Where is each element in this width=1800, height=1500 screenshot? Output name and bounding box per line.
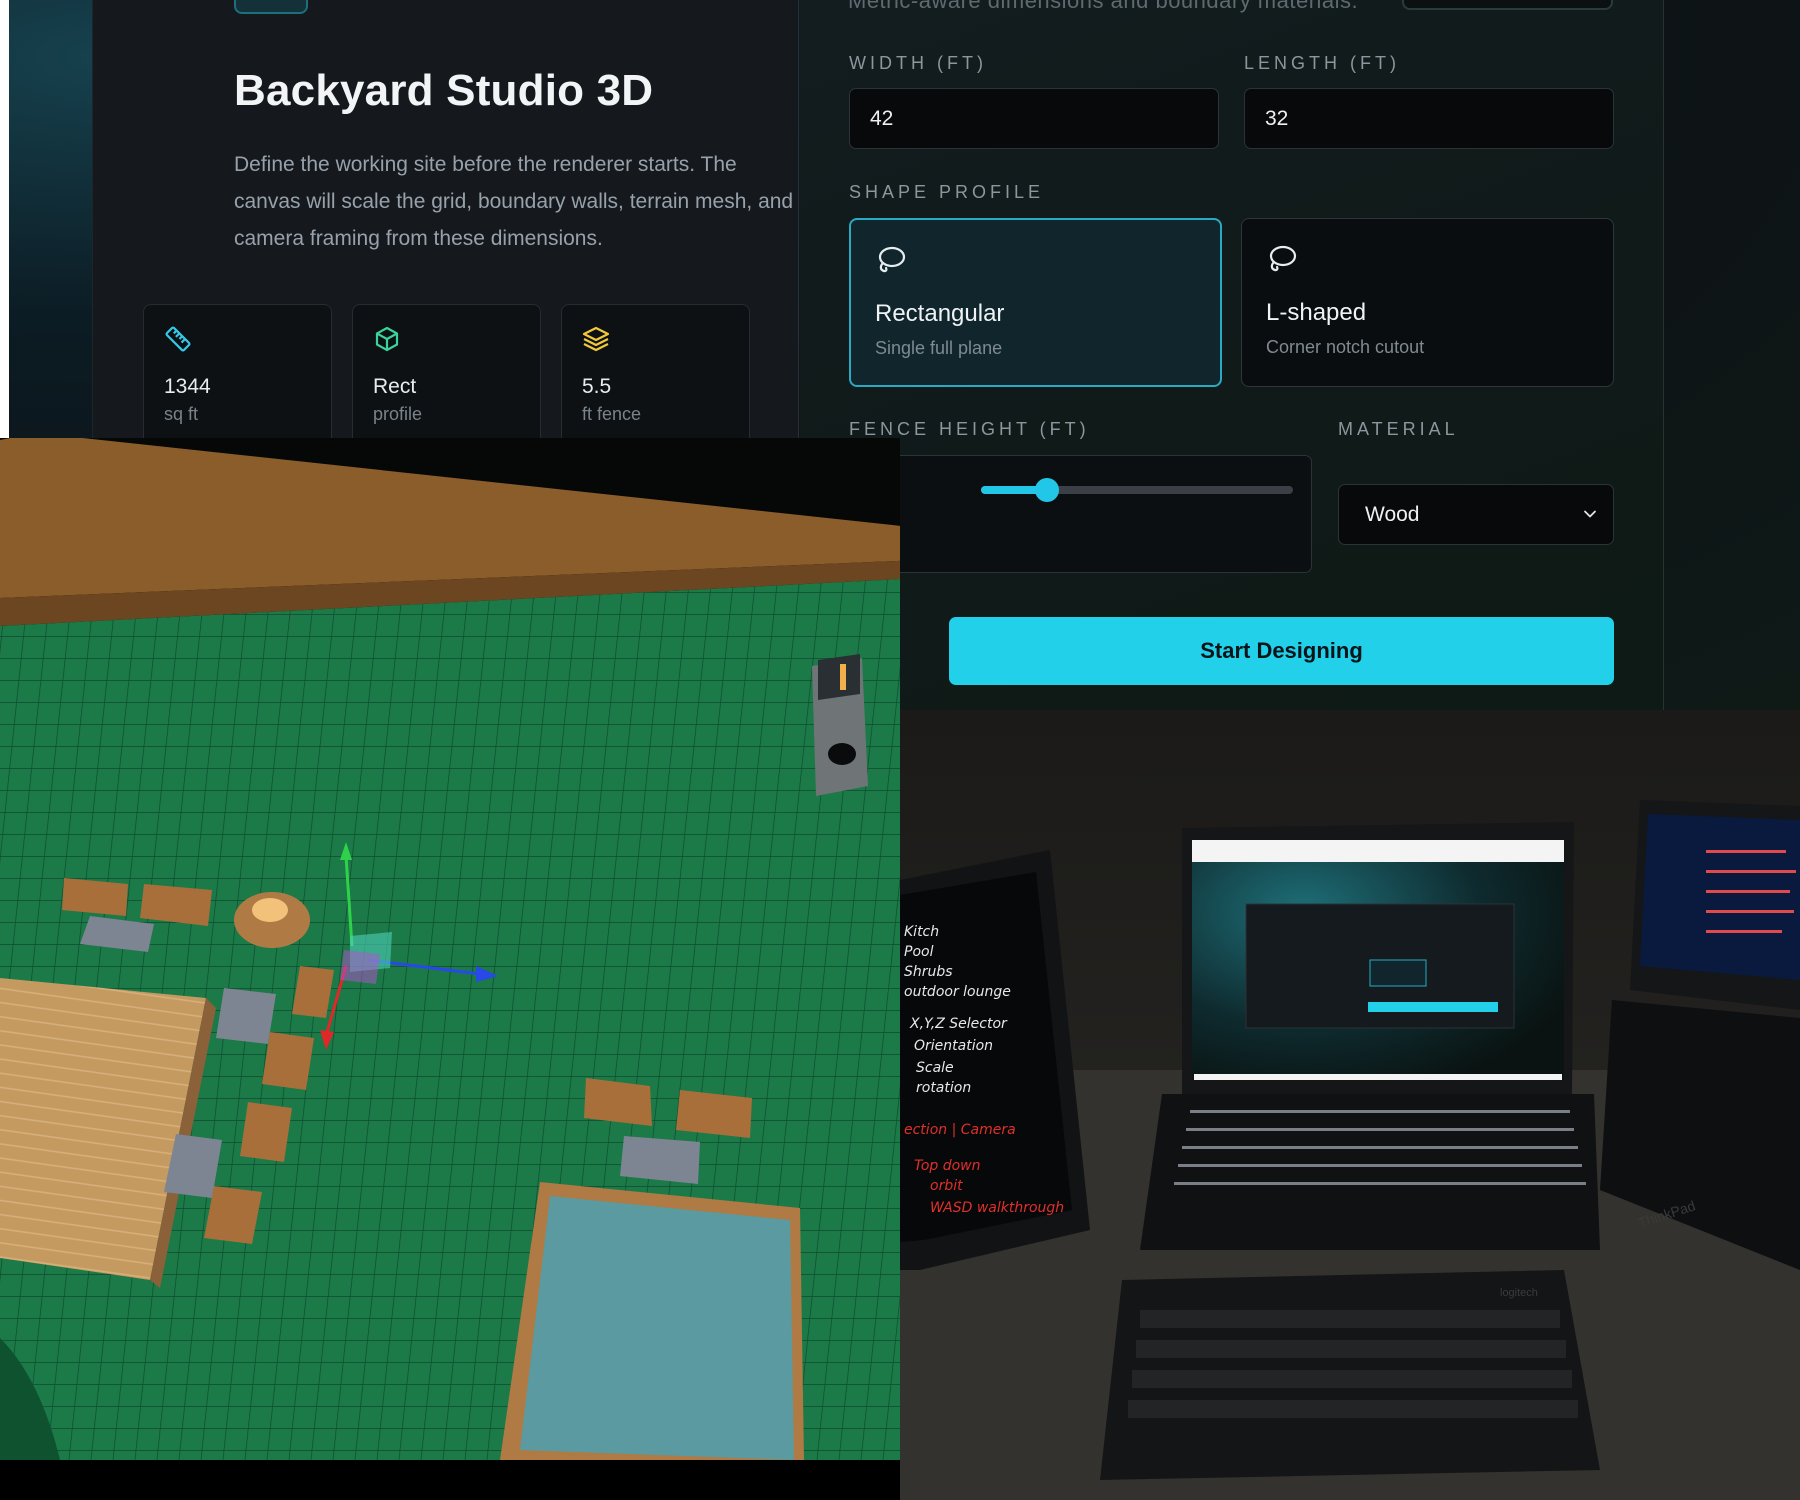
chevron-down-icon [1584,510,1596,518]
fence-height-slider[interactable] [981,478,1293,502]
note-line: Shrubs [904,964,953,980]
stat-card-area: 1344 sq ft [143,304,332,438]
note-line: Orientation [914,1038,993,1054]
bin-hole [828,743,856,765]
layers-icon [582,326,610,352]
fence-height-label: FENCE HEIGHT (FT) [849,419,1090,439]
material-value: Wood [1365,503,1420,526]
start-designing-button[interactable]: Start Designing [949,617,1614,685]
shape-option-l-shaped[interactable]: L-shaped Corner notch cutout [1241,218,1614,387]
stat-unit: profile [373,404,423,424]
note-line: Pool [904,944,934,960]
intro-card: Backyard Studio 3D Define the working si… [92,0,799,438]
shape-option-sub: Single full plane [875,338,1003,358]
letterbox [0,1460,900,1500]
code-editor-screen [1640,814,1800,980]
stat-unit: ft fence [582,404,642,424]
width-input[interactable]: 42 [849,88,1219,149]
chair [204,1186,262,1244]
note-line: orbit [930,1178,963,1194]
desk-photo: Kitch Pool Shrubs outdoor lounge X,Y,Z S… [900,710,1800,1500]
unit-toggle[interactable] [1402,0,1613,10]
stat-card-profile: Rect profile [352,304,541,438]
chair [216,988,276,1044]
length-input[interactable]: 32 [1244,88,1614,149]
chair [240,1102,292,1162]
keyboard-brand: logitech [1500,1287,1538,1299]
shape-option-rectangular[interactable]: Rectangular Single full plane [849,218,1222,387]
bench-top [620,1136,700,1184]
fence-height-field [880,455,1312,573]
window-edge [0,0,9,438]
length-label: LENGTH (FT) [1244,53,1400,73]
shape-option-sub: Corner notch cutout [1266,337,1425,357]
lasso-icon [1269,245,1297,272]
note-line: Top down [914,1158,981,1174]
bench [676,1090,752,1138]
pool-water [520,1196,794,1460]
laptop-browser-bar [1192,840,1564,862]
brand-badge [234,0,308,14]
laptop-taskbar [1194,1074,1562,1080]
lasso-icon [878,246,906,273]
bin-lid [818,654,860,700]
note-line: WASD walkthrough [930,1200,1064,1216]
note-line: X,Y,Z Selector [909,1016,1008,1032]
laptop-keyboard-deck [1140,1094,1600,1250]
stat-value: 5.5 [582,375,612,398]
shape-option-name: L-shaped [1266,299,1367,326]
bench [62,878,128,916]
cube-icon [375,326,399,352]
gizmo-center[interactable] [340,950,380,984]
width-label: WIDTH (FT) [849,53,987,73]
stat-unit: sq ft [164,404,199,424]
note-line: Scale [916,1060,954,1076]
note-line: rotation [916,1080,971,1096]
slider-thumb[interactable] [1034,478,1059,502]
ruler-icon [165,326,191,352]
material-label: MATERIAL [1338,419,1459,439]
shape-option-name: Rectangular [875,300,1005,327]
material-select[interactable]: Wood [1338,484,1614,545]
round-table-top [252,898,288,922]
3d-viewport[interactable] [0,438,900,1460]
chair [262,1032,314,1090]
collage: Backyard Studio 3D Define the working si… [0,0,1800,1500]
page-title: Backyard Studio 3D [234,66,654,115]
stat-card-fence: 5.5 ft fence [561,304,750,438]
stat-value: 1344 [164,375,211,398]
page-description: Define the working site before the rende… [234,153,794,250]
bin-handle [840,664,846,690]
stat-value: Rect [373,375,417,398]
shape-profile-label: SHAPE PROFILE [849,182,1045,202]
mini-start-button [1368,1002,1498,1012]
note-line: outdoor lounge [904,984,1011,1000]
note-line: ection | Camera [904,1122,1016,1138]
bench [584,1078,652,1126]
mini-shape-card [1369,959,1427,987]
form-subtitle: Metric-aware dimensions and boundary mat… [848,0,1359,13]
note-line: Kitch [904,924,939,940]
